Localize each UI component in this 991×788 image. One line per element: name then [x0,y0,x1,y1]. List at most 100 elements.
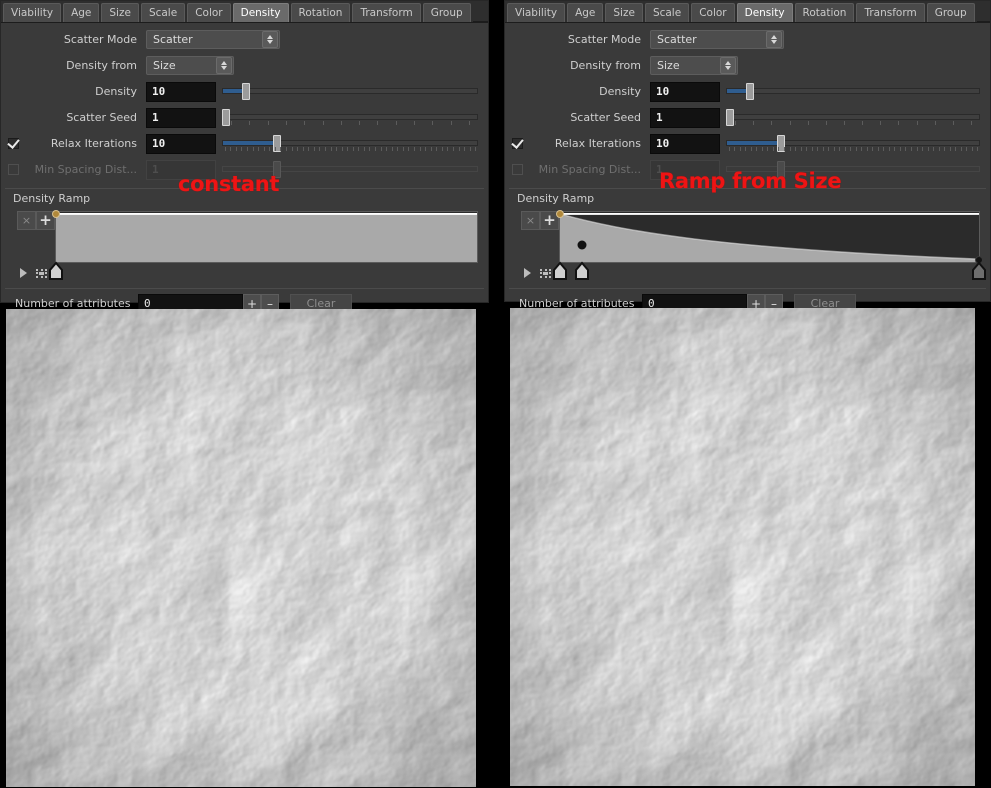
relax-iterations-slider[interactable] [726,134,980,154]
ramp-key-point-start[interactable] [556,210,564,218]
ramp-key-point-start[interactable] [52,210,60,218]
row-scatter-seed: Scatter Seed [509,105,984,130]
tab-transform[interactable]: Transform [352,3,421,22]
chevron-updown-icon[interactable] [216,57,232,74]
min-spacing-checkbox[interactable] [509,164,525,175]
delete-key-button[interactable]: × [521,211,540,230]
row-density-from: Density from Size [509,53,984,78]
fit-view-icon[interactable] [540,268,551,278]
chevron-updown-icon[interactable] [262,31,278,48]
chevron-updown-icon[interactable] [766,31,782,48]
panel-body-right: Scatter Mode Scatter Density from Size D… [505,23,990,182]
ramp-key-handle[interactable] [552,261,568,280]
left-column: Viability Age Size Scale Color Density R… [0,0,490,788]
tab-group[interactable]: Group [926,3,975,22]
relax-iterations-checkbox[interactable] [5,138,21,149]
relax-iterations-slider[interactable] [222,134,478,154]
relax-iterations-input[interactable] [146,133,216,154]
density-ramp-block-left: Density Ramp × + [5,188,484,281]
right-column: Viability Age Size Scale Color Density R… [504,0,991,788]
row-density-from: Density from Size [5,53,482,78]
min-spacing-checkbox[interactable] [5,164,21,175]
scatter-mode-dropdown[interactable]: Scatter [650,30,784,49]
tab-rotation[interactable]: Rotation [794,3,855,22]
tab-scale[interactable]: Scale [140,3,186,22]
tab-density[interactable]: Density [232,3,289,22]
relax-iterations-checkbox[interactable] [509,138,525,149]
density-slider-ticks [222,95,478,101]
density-ramp-area-left: × + [5,209,484,281]
label-scatter-mode: Scatter Mode [567,33,641,46]
tab-viability[interactable]: Viability [507,3,566,22]
check-icon [7,138,19,149]
row-scatter-mode: Scatter Mode Scatter [5,27,482,52]
ramp-key-handle[interactable] [48,261,64,280]
tab-strip-right[interactable]: Viability Age Size Scale Color Density R… [505,1,990,23]
unchecked-box-icon [511,164,523,175]
tab-color[interactable]: Color [187,3,231,22]
scatter-seed-slider[interactable] [726,108,980,128]
density-slider[interactable] [222,82,478,102]
density-from-dropdown[interactable]: Size [650,56,738,75]
terrain-scatter-render-constant [6,309,476,787]
ramp-key-buttons: × + [17,211,55,230]
delete-key-button[interactable]: × [17,211,36,230]
density-from-value: Size [657,59,680,72]
ramp-key-handles-left [49,261,477,281]
scatter-mode-value: Scatter [153,33,193,46]
scatter-seed-slider[interactable] [222,108,478,128]
tab-size[interactable]: Size [605,3,643,22]
density-ramp-curve-right[interactable] [553,210,986,280]
row-scatter-seed: Scatter Seed [5,105,482,130]
density-input[interactable] [650,81,720,102]
tab-size[interactable]: Size [101,3,139,22]
density-from-value: Size [153,59,176,72]
label-density-from: Density from [66,59,137,72]
label-density: Density [599,85,641,98]
tab-age[interactable]: Age [63,3,100,22]
panel-body-left: Scatter Mode Scatter Density from Size D… [1,23,488,182]
density-parameter-panel-right: Viability Age Size Scale Color Density R… [504,0,991,314]
density-from-dropdown[interactable]: Size [146,56,234,75]
row-relax-iterations: Relax Iterations [509,131,984,156]
tab-density[interactable]: Density [736,3,793,22]
ramp-key-handle[interactable] [971,261,987,280]
annotation-ramp-from-size: Ramp from Size [659,169,842,193]
scatter-mode-dropdown[interactable]: Scatter [146,30,280,49]
ramp-key-point-mid[interactable] [577,240,587,250]
play-icon[interactable] [20,268,27,278]
relax-iterations-input[interactable] [650,133,720,154]
app-root: Viability Age Size Scale Color Density R… [0,0,991,788]
tab-group[interactable]: Group [422,3,471,22]
viewport-left[interactable] [6,309,476,787]
row-density: Density [5,79,482,104]
tab-color[interactable]: Color [691,3,735,22]
label-scatter-mode: Scatter Mode [63,33,137,46]
check-icon [511,138,523,149]
density-ramp-block-right: Density Ramp × + [509,188,986,281]
tab-scale[interactable]: Scale [644,3,690,22]
tab-viability[interactable]: Viability [3,3,62,22]
tab-transform[interactable]: Transform [856,3,925,22]
tab-strip-left[interactable]: Viability Age Size Scale Color Density R… [1,1,488,23]
viewport-right[interactable] [510,308,975,786]
fit-view-icon[interactable] [36,268,47,278]
ramp-key-handles-right [553,261,986,281]
label-density: Density [95,85,137,98]
tab-age[interactable]: Age [567,3,604,22]
density-slider[interactable] [726,82,980,102]
density-input[interactable] [146,81,216,102]
scatter-mode-value: Scatter [657,33,697,46]
scatter-seed-input[interactable] [146,107,216,128]
label-min-spacing: Min Spacing Dist... [538,163,641,176]
play-icon[interactable] [524,268,531,278]
relax-iterations-slider-ticks [726,146,980,153]
ramp-key-buttons: × + [521,211,559,230]
tab-rotation[interactable]: Rotation [290,3,351,22]
ramp-key-handle[interactable] [574,261,590,280]
chevron-updown-icon[interactable] [720,57,736,74]
relax-iterations-slider-ticks [222,146,478,153]
scatter-seed-slider-ticks [726,120,980,127]
scatter-seed-input[interactable] [650,107,720,128]
density-ramp-curve-left[interactable] [49,210,478,280]
